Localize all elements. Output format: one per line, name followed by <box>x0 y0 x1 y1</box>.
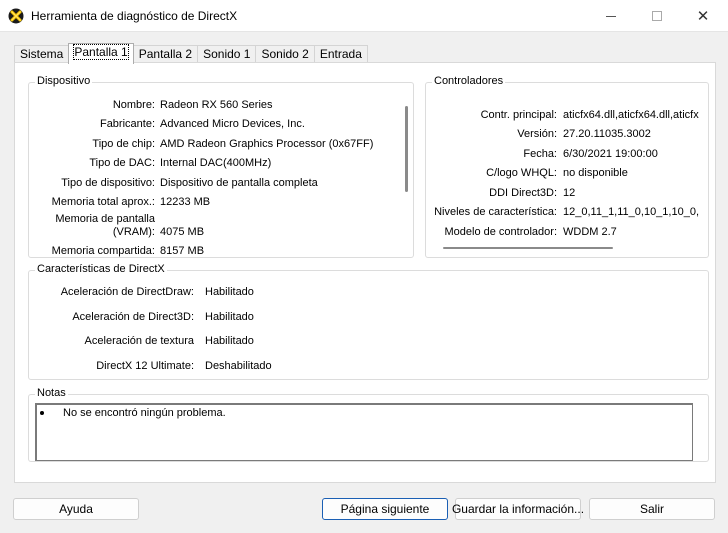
features-label-directdraw: Aceleración de DirectDraw: <box>60 286 194 298</box>
window-title: Herramienta de diagnóstico de DirectX <box>31 9 238 23</box>
close-icon: ✕ <box>696 7 710 25</box>
close-button[interactable]: ✕ <box>680 0 726 32</box>
drivers-label-modelo: Modelo de controlador: <box>444 226 557 238</box>
features-value-dx12-ultimate: Deshabilitado <box>205 360 272 372</box>
drivers-label-principal: Contr. principal: <box>480 109 557 121</box>
tab-panel: Dispositivo Nombre: Radeon RX 560 Series… <box>14 62 716 483</box>
note-bullet-icon <box>40 411 44 415</box>
tab-bar: Sistema Pantalla 1 Pantalla 2 Sonido 1 S… <box>14 43 368 64</box>
device-value-fabricante: Advanced Micro Devices, Inc. <box>160 118 305 130</box>
maximize-icon <box>652 11 662 21</box>
help-button[interactable]: Ayuda <box>13 498 139 520</box>
note-item: No se encontró ningún problema. <box>63 407 226 419</box>
drivers-group: Controladores Contr. principal: aticfx64… <box>425 75 709 258</box>
features-value-textura: Habilitado <box>205 335 254 347</box>
features-value-direct3d: Habilitado <box>205 311 254 323</box>
features-value-directdraw: Habilitado <box>205 286 254 298</box>
drivers-value-fecha: 6/30/2021 19:00:00 <box>563 148 658 160</box>
drivers-label-version: Versión: <box>517 128 557 140</box>
drivers-label-niveles: Niveles de característica: <box>434 206 557 218</box>
drivers-value-whql: no disponible <box>563 167 628 179</box>
device-value-vram: 4075 MB <box>160 226 205 238</box>
device-label-fabricante: Fabricante: <box>99 118 155 130</box>
device-value-memoria-compartida: 8157 MB <box>160 245 205 257</box>
save-info-button-label: Guardar la información... <box>451 502 585 516</box>
drivers-value-ddi: 12 <box>563 187 576 199</box>
tab-label: Pantalla 1 <box>73 44 129 60</box>
next-page-button[interactable]: Página siguiente <box>322 498 448 520</box>
drivers-label-ddi: DDI Direct3D: <box>489 187 557 199</box>
device-scrollbar[interactable] <box>405 106 408 192</box>
tab-label: Sonido 1 <box>203 47 251 61</box>
device-value-tipo-dispositivo: Dispositivo de pantalla completa <box>160 177 318 189</box>
device-value-memoria-total: 12233 MB <box>160 196 211 208</box>
features-label-direct3d: Aceleración de Direct3D: <box>72 311 194 323</box>
tab-label: Entrada <box>319 47 362 61</box>
features-label-dx12-ultimate: DirectX 12 Ultimate: <box>96 360 194 372</box>
minimize-icon <box>606 15 616 17</box>
device-label-memoria-compartida: Memoria compartida: <box>51 245 155 257</box>
device-value-chip: AMD Radeon Graphics Processor (0x67FF) <box>160 138 374 150</box>
maximize-button[interactable] <box>634 0 680 32</box>
tab-label: Pantalla 2 <box>138 47 193 61</box>
features-group-title: Características de DirectX <box>35 263 167 275</box>
device-list[interactable]: Nombre: Radeon RX 560 Series Fabricante:… <box>29 83 399 257</box>
device-value-dac: Internal DAC(400MHz) <box>160 157 272 169</box>
help-button-label: Ayuda <box>59 502 93 516</box>
features-group: Características de DirectX Aceleración d… <box>28 263 709 380</box>
next-page-button-label: Página siguiente <box>340 502 430 516</box>
notes-group-title: Notas <box>35 387 68 399</box>
drivers-value-modelo: WDDM 2.7 <box>563 226 617 238</box>
tab-label: Sistema <box>20 47 64 61</box>
exit-button-label: Salir <box>639 502 664 516</box>
drivers-scrollbar[interactable] <box>443 247 613 249</box>
exit-button[interactable]: Salir <box>589 498 715 520</box>
title-bar[interactable]: Herramienta de diagnóstico de DirectX ✕ <box>0 0 728 32</box>
drivers-value-version: 27.20.11035.3002 <box>563 128 651 140</box>
directx-app-icon <box>8 8 24 24</box>
drivers-label-fecha: Fecha: <box>523 148 557 160</box>
save-info-button[interactable]: Guardar la información... <box>451 498 585 520</box>
drivers-list[interactable]: Contr. principal: aticfx64.dll,aticfx64.… <box>426 83 708 257</box>
device-group: Dispositivo Nombre: Radeon RX 560 Series… <box>28 75 414 258</box>
notes-group: Notas No se encontró ningún problema. <box>28 387 709 462</box>
tab-pantalla-1[interactable]: Pantalla 1 <box>68 43 134 64</box>
notes-textbox[interactable]: No se encontró ningún problema. <box>35 403 693 461</box>
minimize-button[interactable] <box>588 0 634 32</box>
drivers-value-niveles: 12_0,11_1,11_0,10_1,10_0, <box>563 206 700 218</box>
tab-label: Sonido 2 <box>261 47 309 61</box>
features-label-textura: Aceleración de textura <box>84 335 194 347</box>
device-label-memoria-total: Memoria total aprox.: <box>51 196 155 208</box>
drivers-label-whql: C/logo WHQL: <box>486 167 557 179</box>
device-label-vram-line2: (VRAM): <box>112 226 155 238</box>
device-label-dac: Tipo de DAC: <box>89 157 155 169</box>
device-label-chip: Tipo de chip: <box>92 138 155 150</box>
drivers-value-principal: aticfx64.dll,aticfx64.dll,aticfx <box>563 109 699 121</box>
device-label-nombre: Nombre: <box>112 99 155 111</box>
device-label-tipo-dispositivo: Tipo de dispositivo: <box>61 177 155 189</box>
device-label-vram-line1: Memoria de pantalla <box>55 213 155 225</box>
device-value-nombre: Radeon RX 560 Series <box>160 99 273 111</box>
